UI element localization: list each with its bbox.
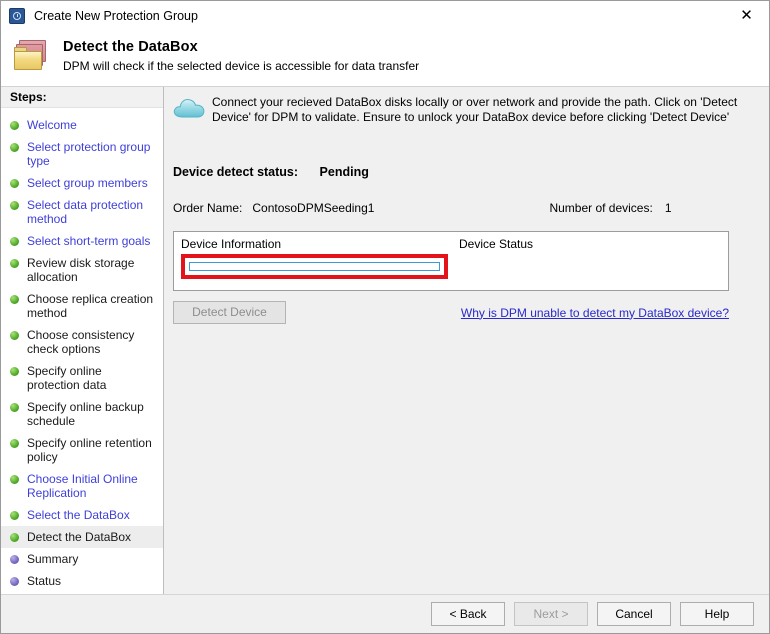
steps-list: Welcome Select protection group type Selec… <box>1 108 163 592</box>
step-bullet-icon <box>10 533 19 542</box>
sidebar-step-item[interactable]: Select data protection method <box>1 194 163 230</box>
app-clock-icon <box>9 8 25 24</box>
device-information-column-header: Device Information <box>181 237 281 251</box>
step-label: Choose consistency check options <box>27 328 157 356</box>
order-info-row: Order Name: ContosoDPMSeeding1 Number of… <box>173 201 769 215</box>
step-bullet-icon <box>10 475 19 484</box>
step-bullet-icon <box>10 295 19 304</box>
sidebar-step-item[interactable]: Welcome <box>1 114 163 136</box>
step-bullet-icon <box>10 237 19 246</box>
help-button[interactable]: Help <box>680 602 754 626</box>
step-label: Select protection group type <box>27 140 157 168</box>
device-detect-status-label: Device detect status: <box>173 165 298 179</box>
step-label: Specify online backup schedule <box>27 400 157 428</box>
page-title: Detect the DataBox <box>63 39 419 55</box>
device-detect-status-value: Pending <box>320 165 369 179</box>
next-button[interactable]: Next > <box>514 602 588 626</box>
sidebar-step-item: Detect the DataBox <box>1 526 163 548</box>
window-body: Steps: Welcome Select protection group ty… <box>1 87 769 594</box>
back-button[interactable]: < Back <box>431 602 505 626</box>
step-bullet-icon <box>10 439 19 448</box>
header-text-block: Detect the DataBox DPM will check if the… <box>63 36 419 73</box>
sidebar-step-item: Specify online retention policy <box>1 432 163 468</box>
main-content: Connect your recieved DataBox disks loca… <box>164 87 769 594</box>
step-bullet-icon <box>10 201 19 210</box>
sidebar-step-item: Choose consistency check options <box>1 324 163 360</box>
step-label: Welcome <box>27 118 77 132</box>
wizard-footer: < Back Next > Cancel Help <box>1 594 769 633</box>
step-bullet-icon <box>10 121 19 130</box>
device-status-column-header: Device Status <box>459 237 533 251</box>
step-bullet-icon <box>10 331 19 340</box>
detect-device-button[interactable]: Detect Device <box>173 301 286 324</box>
steps-sidebar: Steps: Welcome Select protection group ty… <box>1 87 164 594</box>
sidebar-step-item: Status <box>1 570 163 592</box>
step-label: Specify online retention policy <box>27 436 157 464</box>
step-bullet-icon <box>10 577 19 586</box>
step-bullet-icon <box>10 179 19 188</box>
step-bullet-icon <box>10 555 19 564</box>
number-of-devices-value: 1 <box>665 201 672 215</box>
step-label: Choose replica creation method <box>27 292 157 320</box>
cloud-icon <box>172 95 208 123</box>
notice-banner: Connect your recieved DataBox disks loca… <box>164 87 769 125</box>
number-of-devices-label: Number of devices: <box>549 201 652 215</box>
step-label: Summary <box>27 552 78 566</box>
window-title: Create New Protection Group <box>34 9 198 23</box>
create-protection-group-window: Create New Protection Group ✕ Detect the… <box>0 0 770 634</box>
step-label: Review disk storage allocation <box>27 256 157 284</box>
steps-heading: Steps: <box>1 87 163 108</box>
step-bullet-icon <box>10 259 19 268</box>
step-label: Status <box>27 574 61 588</box>
step-label: Detect the DataBox <box>27 530 131 544</box>
step-label: Select group members <box>27 176 148 190</box>
notice-text: Connect your recieved DataBox disks loca… <box>212 93 755 125</box>
sidebar-step-item: Specify online protection data <box>1 360 163 396</box>
step-label: Select data protection method <box>27 198 157 226</box>
device-detect-status-row: Device detect status: Pending <box>173 165 769 179</box>
step-bullet-icon <box>10 511 19 520</box>
sidebar-step-item[interactable]: Select short-term goals <box>1 230 163 252</box>
device-actions-row: Detect Device Why is DPM unable to detec… <box>173 301 729 324</box>
close-icon[interactable]: ✕ <box>724 1 769 30</box>
page-subtitle: DPM will check if the selected device is… <box>63 59 419 73</box>
sidebar-step-item[interactable]: Select group members <box>1 172 163 194</box>
step-label: Choose Initial Online Replication <box>27 472 157 500</box>
device-path-input[interactable] <box>189 262 440 271</box>
order-name-label: Order Name: <box>173 201 242 215</box>
title-bar: Create New Protection Group ✕ <box>1 1 769 30</box>
step-label: Specify online protection data <box>27 364 157 392</box>
sidebar-step-item[interactable]: Choose Initial Online Replication <box>1 468 163 504</box>
device-list-panel: Device Information Device Status <box>173 231 729 291</box>
sidebar-step-item: Summary <box>1 548 163 570</box>
step-bullet-icon <box>10 367 19 376</box>
sidebar-step-item: Choose replica creation method <box>1 288 163 324</box>
sidebar-step-item[interactable]: Select the DataBox <box>1 504 163 526</box>
folder-icon <box>13 39 53 75</box>
sidebar-step-item[interactable]: Select protection group type <box>1 136 163 172</box>
step-bullet-icon <box>10 143 19 152</box>
step-label: Select the DataBox <box>27 508 130 522</box>
cancel-button[interactable]: Cancel <box>597 602 671 626</box>
step-label: Select short-term goals <box>27 234 150 248</box>
sidebar-step-item: Specify online backup schedule <box>1 396 163 432</box>
order-name-value: ContosoDPMSeeding1 <box>252 201 374 215</box>
sidebar-step-item: Review disk storage allocation <box>1 252 163 288</box>
step-bullet-icon <box>10 403 19 412</box>
page-header: Detect the DataBox DPM will check if the… <box>1 30 769 87</box>
device-path-highlight-box <box>181 254 448 279</box>
why-unable-to-detect-link[interactable]: Why is DPM unable to detect my DataBox d… <box>461 306 729 320</box>
